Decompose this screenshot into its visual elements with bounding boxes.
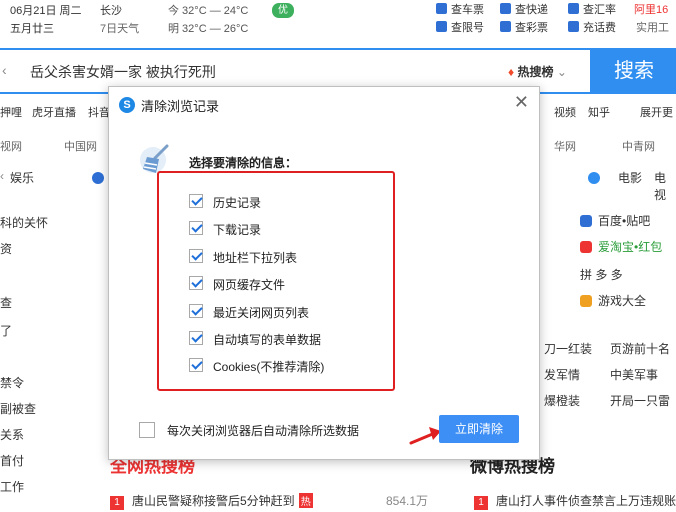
list-item[interactable]: 爱淘宝•红包 (580, 238, 662, 255)
list-item[interactable]: 工作 (0, 478, 24, 495)
site-link[interactable]: 中国网 (64, 138, 97, 154)
plate-icon (436, 21, 447, 32)
list-item[interactable]: 页游前十名 (610, 340, 670, 357)
checkbox-cookies[interactable] (189, 358, 203, 372)
quick-link-tools[interactable]: 实用工 (636, 20, 669, 36)
site-link[interactable]: 华网 (554, 138, 576, 154)
weather-tomorrow: 明 32°C — 26°C (168, 23, 249, 35)
category-movie[interactable]: 电影 (618, 169, 642, 186)
taobao-icon (580, 241, 592, 253)
lottery-icon (500, 21, 511, 32)
list-item[interactable]: 禁令 (0, 374, 24, 391)
table-row[interactable]: 1 唐山民警疑称接警后5分钟赶到热 (110, 492, 313, 510)
dialog-heading: 选择要清除的信息： (189, 156, 298, 170)
nav-link[interactable]: 押哩 (0, 104, 22, 120)
baidu-icon (580, 215, 592, 227)
forecast-link[interactable]: 7日天气 (100, 20, 139, 38)
chevron-down-icon: ⌄ (556, 65, 567, 79)
checkbox-history[interactable] (189, 194, 203, 208)
rank-badge: 1 (474, 496, 488, 510)
list-item[interactable]: 开局一只雷 (610, 392, 670, 409)
list-item[interactable]: 副被查 (0, 400, 36, 417)
list-item[interactable]: 中美军事 (610, 366, 658, 383)
list-item[interactable]: 爆橙装 (544, 392, 580, 409)
list-item[interactable]: 科的关怀 (0, 214, 48, 231)
hot-search-tag[interactable]: ♦ 热搜榜 ⌄ (508, 63, 567, 80)
quick-link-exchange[interactable]: 查汇率 (568, 2, 616, 18)
hot-badge: 热 (298, 493, 313, 508)
list-item[interactable]: 拼 多 多 (580, 266, 623, 283)
date-text: 06月21日 周二 (10, 5, 82, 17)
nav-link[interactable]: 知乎 (588, 104, 610, 120)
quick-link-topup[interactable]: 充话费 (568, 20, 616, 36)
clear-history-dialog: S 清除浏览记录 ✕ 选择要清除的信息： 历史记录 下载记录 地址栏下拉列表 网… (108, 86, 540, 460)
category-ent[interactable]: 娱乐 (10, 169, 34, 186)
checkbox-downloads[interactable] (189, 221, 203, 235)
flame-icon: ♦ (508, 65, 515, 79)
browser-logo-icon: S (119, 97, 135, 113)
city-selector[interactable]: 长沙 (100, 2, 122, 20)
topup-icon (568, 21, 579, 32)
checkbox-closed-pages[interactable] (189, 304, 203, 318)
game-icon (580, 295, 592, 307)
train-icon (436, 3, 447, 14)
list-item[interactable]: 首付 (0, 452, 24, 469)
search-button[interactable]: 搜索 (592, 48, 676, 94)
list-item[interactable]: 百度•贴吧 (580, 212, 650, 229)
list-item[interactable]: 查 (0, 294, 12, 311)
quick-link-plate[interactable]: 查限号 (436, 20, 484, 36)
list-item[interactable]: 资 (0, 240, 12, 257)
lunar-date-text: 五月廿三 (10, 23, 54, 35)
chevron-left-icon: ‹ (0, 169, 4, 183)
dialog-title: 清除浏览记录 (141, 99, 220, 114)
quick-link-train[interactable]: 查车票 (436, 2, 484, 18)
air-quality-badge: 优 (272, 3, 294, 18)
rank-badge: 1 (110, 496, 124, 510)
express-icon (500, 3, 511, 14)
list-item[interactable]: 游戏大全 (580, 292, 646, 309)
nav-link[interactable]: 虎牙直播 (32, 104, 76, 120)
search-input[interactable]: 岳父杀害女婿一家 被执行死刑 (30, 62, 216, 82)
list-item[interactable]: 关系 (0, 426, 24, 443)
table-row[interactable]: 1 唐山打人事件侦查禁言上万违规账 (474, 492, 676, 510)
quick-link-ali[interactable]: 阿里16 (634, 2, 668, 18)
list-item[interactable]: 发军情 (544, 366, 580, 383)
list-item[interactable]: 刀一红装 (544, 340, 592, 357)
checkbox-address-bar[interactable] (189, 249, 203, 263)
hot-title: 唐山民警疑称接警后5分钟赶到 (132, 494, 295, 508)
site-link[interactable]: 中青网 (622, 138, 655, 154)
clear-now-button[interactable]: 立即清除 (439, 415, 519, 443)
top-info-bar: 06月21日 周二 五月廿三 长沙 7日天气 今 32°C — 24°C 明 3… (0, 0, 676, 42)
list-item[interactable]: 了 (0, 322, 12, 339)
chevron-left-icon: ‹ (2, 62, 7, 78)
exchange-icon (568, 3, 579, 14)
nav-link[interactable]: 抖音 (88, 104, 110, 120)
checkbox-cache[interactable] (189, 276, 203, 290)
weather-today: 今 32°C — 24°C (168, 5, 249, 17)
quick-link-lottery[interactable]: 查彩票 (500, 20, 548, 36)
site-link[interactable]: 视网 (0, 138, 22, 154)
checkbox-form-data[interactable] (189, 331, 203, 345)
category-tv[interactable]: 电视 (654, 169, 676, 203)
hot-title: 唐山打人事件侦查禁言上万违规账 (496, 494, 676, 508)
quick-link-express[interactable]: 查快递 (500, 2, 548, 18)
hot-count: 854.1万 (386, 494, 429, 508)
nav-link[interactable]: 展开更 (640, 104, 673, 120)
checkbox-auto-clear[interactable] (139, 422, 155, 438)
close-icon[interactable]: ✕ (514, 93, 529, 111)
nav-link[interactable]: 视频 (554, 104, 576, 120)
